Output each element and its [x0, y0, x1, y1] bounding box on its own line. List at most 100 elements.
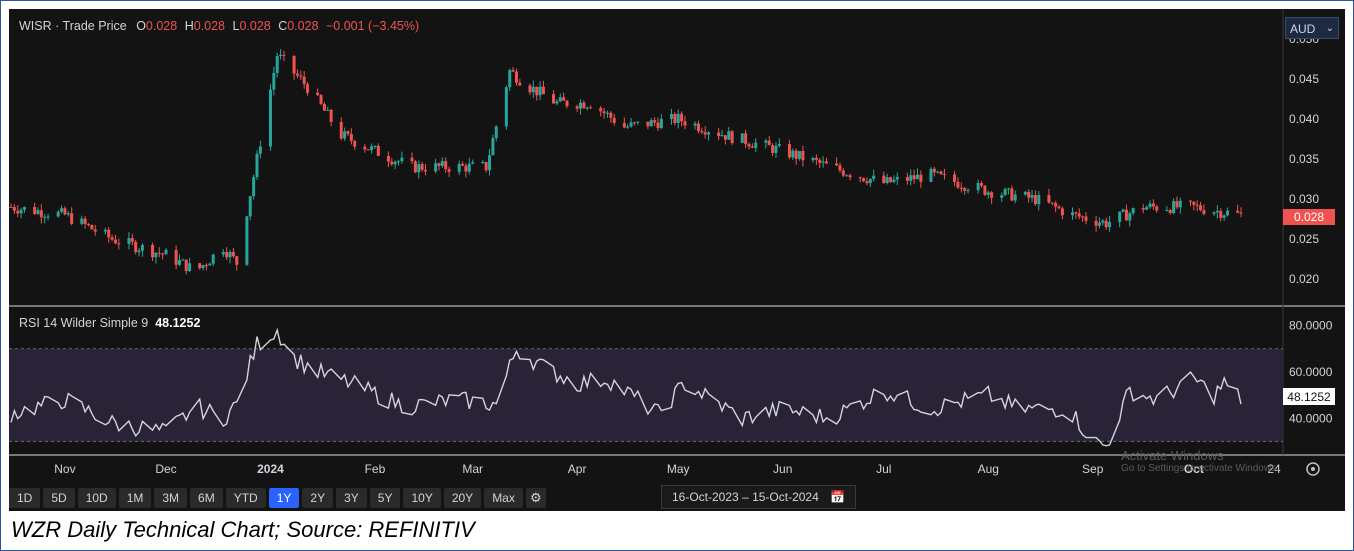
price-rsi-chart[interactable]: 0.0500.0450.0400.0350.0300.0250.020 80.0… — [9, 9, 1345, 511]
candle-body — [777, 144, 781, 146]
candle-body — [1003, 189, 1007, 196]
range-button-3m[interactable]: 3M — [154, 488, 188, 508]
candle-body — [417, 164, 421, 173]
candle-body — [437, 163, 441, 166]
candle-body — [983, 185, 987, 195]
candle-body — [1226, 210, 1230, 216]
candle-body — [440, 161, 444, 166]
candle-body — [137, 250, 141, 253]
range-button-ytd[interactable]: YTD — [225, 488, 266, 508]
candle-body — [518, 82, 522, 86]
range-button-20y[interactable]: 20Y — [443, 488, 482, 508]
candle-body — [771, 145, 775, 153]
range-button-3y[interactable]: 3Y — [336, 488, 367, 508]
candle-body — [579, 102, 583, 109]
range-button-1d[interactable]: 1D — [9, 488, 41, 508]
range-button-6m[interactable]: 6M — [190, 488, 223, 508]
date-from: 16-Oct-2023 — [672, 490, 739, 504]
range-button-max[interactable]: Max — [484, 488, 523, 508]
candle-body — [538, 86, 542, 96]
candle-body — [552, 94, 556, 104]
candle-body — [423, 169, 427, 172]
date-range-picker[interactable]: 16-Oct-2023 – 15-Oct-2024 📅 — [661, 485, 857, 509]
settings-circle-icon[interactable] — [1306, 462, 1320, 476]
candle-body — [370, 146, 374, 150]
gear-icon[interactable]: ⚙ — [525, 488, 546, 508]
range-button-10y[interactable]: 10Y — [403, 488, 441, 508]
candle-body — [1199, 205, 1203, 211]
candle-body — [845, 175, 849, 177]
candle-body — [953, 174, 957, 182]
candle-body — [669, 114, 673, 119]
range-button-2y[interactable]: 2Y — [302, 488, 334, 508]
candle-body — [1118, 211, 1122, 222]
candle-body — [1081, 216, 1085, 218]
candle-body — [976, 183, 980, 191]
candle-body — [1155, 206, 1159, 211]
candle-body — [1023, 191, 1027, 195]
candle-body — [1151, 203, 1155, 207]
candle-body — [1027, 191, 1031, 198]
candle-body — [204, 265, 208, 267]
candle-body — [1037, 194, 1041, 205]
rsi-value-tag-text: 48.1252 — [1287, 390, 1331, 404]
candle-body — [231, 251, 235, 257]
candle-body — [1108, 221, 1112, 228]
candle-body — [1030, 195, 1034, 198]
candle-body — [1172, 201, 1176, 214]
price-header: WISR · Trade Price O0.028 H0.028 L0.028 … — [19, 19, 419, 33]
candle-body — [326, 109, 330, 111]
candle-body — [1222, 215, 1226, 218]
candle-body — [636, 121, 640, 123]
candle-body — [208, 263, 212, 266]
candle-body — [117, 243, 121, 245]
candle-body — [19, 209, 23, 214]
range-button-5y[interactable]: 5Y — [369, 488, 401, 508]
candle-body — [1195, 204, 1199, 206]
candle-body — [322, 103, 326, 111]
candle-body — [16, 210, 20, 214]
candle-body — [939, 171, 943, 174]
candle-body — [113, 239, 117, 244]
x-tick-label: 2024 — [257, 462, 284, 476]
candle-body — [390, 161, 394, 165]
candle-body — [295, 73, 299, 76]
candle-body — [720, 135, 724, 137]
candle-body — [575, 106, 579, 109]
candle-body — [707, 132, 711, 135]
candle-body — [915, 174, 919, 180]
candle-body — [1165, 210, 1169, 212]
range-button-5d[interactable]: 5D — [43, 488, 75, 508]
candle-body — [801, 150, 805, 161]
price-y-tick-label: 0.045 — [1289, 72, 1319, 86]
candle-body — [464, 165, 468, 172]
range-button-10d[interactable]: 10D — [77, 488, 116, 508]
candle-body — [1145, 207, 1149, 210]
candle-body — [929, 168, 933, 182]
candle-body — [1047, 194, 1051, 203]
candle-body — [181, 259, 185, 261]
candle-body — [258, 146, 262, 154]
candle-body — [504, 87, 508, 127]
candle-body — [63, 208, 67, 215]
candle-body — [612, 117, 616, 123]
candle-body — [252, 177, 256, 197]
candle-body — [282, 54, 286, 56]
candle-body — [1077, 213, 1081, 217]
range-button-1y[interactable]: 1Y — [268, 488, 300, 508]
candle-body — [319, 95, 323, 104]
currency-select[interactable]: AUD ⌄ — [1285, 17, 1339, 39]
candle-body — [599, 107, 603, 112]
candle-body — [457, 163, 461, 172]
candle-body — [245, 216, 249, 265]
candle-body — [747, 144, 751, 147]
candle-body — [211, 254, 215, 264]
candle-body — [376, 145, 380, 156]
candle-body — [349, 133, 353, 141]
candle-body — [329, 109, 333, 123]
rsi-y-tick-labels: 80.0000 60.0000 40.0000 — [1289, 319, 1333, 426]
candle-body — [467, 163, 471, 172]
candle-body — [140, 244, 144, 251]
range-button-1m[interactable]: 1M — [118, 488, 152, 508]
candle-body — [649, 120, 653, 127]
